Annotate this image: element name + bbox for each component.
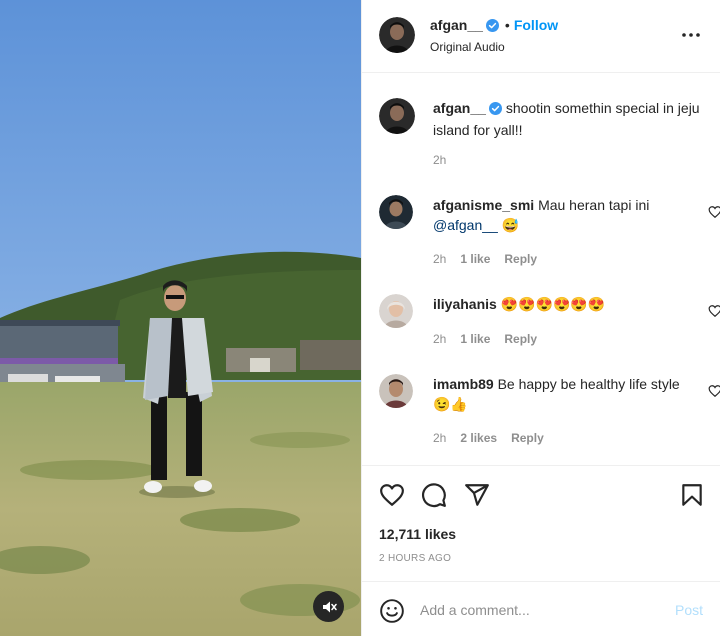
comment-meta: 2h 2 likes Reply <box>433 431 558 445</box>
heart-icon <box>708 305 720 318</box>
heart-icon <box>380 484 404 506</box>
like-button[interactable] <box>379 482 405 508</box>
comment-username[interactable]: afganisme_smi <box>433 197 534 213</box>
comment-text: Be happy be healthy life style <box>497 376 680 392</box>
comment-meta: 2h 1 like Reply <box>433 252 551 266</box>
commenter-avatar[interactable] <box>379 294 413 328</box>
comment-like-button[interactable] <box>708 205 720 219</box>
more-options-button[interactable] <box>680 24 702 46</box>
post-actions: 12,711 likes 2 HOURS AGO <box>362 465 720 581</box>
comment-username[interactable]: iliyahanis <box>433 296 497 312</box>
heart-icon <box>708 385 720 398</box>
comment-like-count[interactable]: 1 like <box>460 252 490 266</box>
like-count[interactable]: 12,711 likes <box>379 526 456 542</box>
post-side-panel: afgan__ • Follow Original Audio afgan__ sh… <box>361 0 720 636</box>
emoji-picker-button[interactable] <box>379 598 405 624</box>
comment-composer: Post <box>362 581 720 636</box>
comment-like-button[interactable] <box>708 384 720 398</box>
mute-toggle-button[interactable] <box>313 591 344 622</box>
comment-username[interactable]: imamb89 <box>433 376 494 392</box>
comment-emoji: 😉👍 <box>433 396 468 412</box>
send-icon <box>465 484 489 506</box>
heart-icon <box>708 206 720 219</box>
post-timestamp[interactable]: 2 HOURS AGO <box>379 553 451 564</box>
bookmark-icon <box>682 484 702 506</box>
speaker-muted-icon <box>322 601 337 612</box>
more-options-icon <box>682 33 700 37</box>
commenter-avatar[interactable] <box>379 195 413 229</box>
comment-timestamp[interactable]: 2h <box>433 252 446 266</box>
emoji-icon <box>380 599 404 623</box>
author-avatar[interactable] <box>379 98 415 134</box>
comment-text-block: afganisme_smi Mau heran tapi ini @afgan_… <box>433 195 683 235</box>
comment-button[interactable] <box>421 482 447 508</box>
verified-badge-icon <box>485 19 499 35</box>
audio-label[interactable]: Original Audio <box>430 40 505 54</box>
caption-username[interactable]: afgan__ <box>433 100 486 116</box>
caption-text-block: afgan__ shootin somethin special in jeju… <box>433 98 703 140</box>
comment-icon <box>422 483 446 508</box>
caption-meta: 2h <box>433 153 460 167</box>
share-button[interactable] <box>464 482 490 508</box>
comment-emoji: 😍😍😍😍😍😍 <box>500 296 606 312</box>
comment-like-count[interactable]: 1 like <box>460 332 490 346</box>
header-title-line: afgan__ • Follow <box>430 17 558 35</box>
post-media[interactable] <box>0 0 361 636</box>
comment-like-button[interactable] <box>708 304 720 318</box>
comment-like-count[interactable]: 2 likes <box>460 431 497 445</box>
verified-badge-icon <box>488 100 502 120</box>
commenter-avatar[interactable] <box>379 374 413 408</box>
author-username[interactable]: afgan__ <box>430 17 483 33</box>
comment-timestamp[interactable]: 2h <box>433 332 446 346</box>
save-button[interactable] <box>679 482 705 508</box>
follow-button[interactable]: Follow <box>514 17 558 33</box>
comment-emoji: 😅 <box>501 217 520 233</box>
comment-input[interactable] <box>420 598 660 622</box>
comment-text-block: iliyahanis 😍😍😍😍😍😍 <box>433 294 683 314</box>
comment-text-block: imamb89 Be happy be healthy life style 😉… <box>433 374 683 414</box>
author-avatar[interactable] <box>379 17 415 53</box>
video-frame-image <box>0 0 361 636</box>
comment-reply-button[interactable]: Reply <box>511 431 544 445</box>
post-header: afgan__ • Follow Original Audio <box>362 0 720 73</box>
caption-timestamp[interactable]: 2h <box>433 153 446 167</box>
comment-mention-link[interactable]: @afgan__ <box>433 217 498 233</box>
header-separator: • <box>504 17 510 33</box>
post-comment-button[interactable]: Post <box>675 602 703 618</box>
comment-reply-button[interactable]: Reply <box>504 332 537 346</box>
comment-text: Mau heran tapi ini <box>538 197 650 213</box>
comment-reply-button[interactable]: Reply <box>504 252 537 266</box>
comment-meta: 2h 1 like Reply <box>433 332 551 346</box>
comment-timestamp[interactable]: 2h <box>433 431 446 445</box>
